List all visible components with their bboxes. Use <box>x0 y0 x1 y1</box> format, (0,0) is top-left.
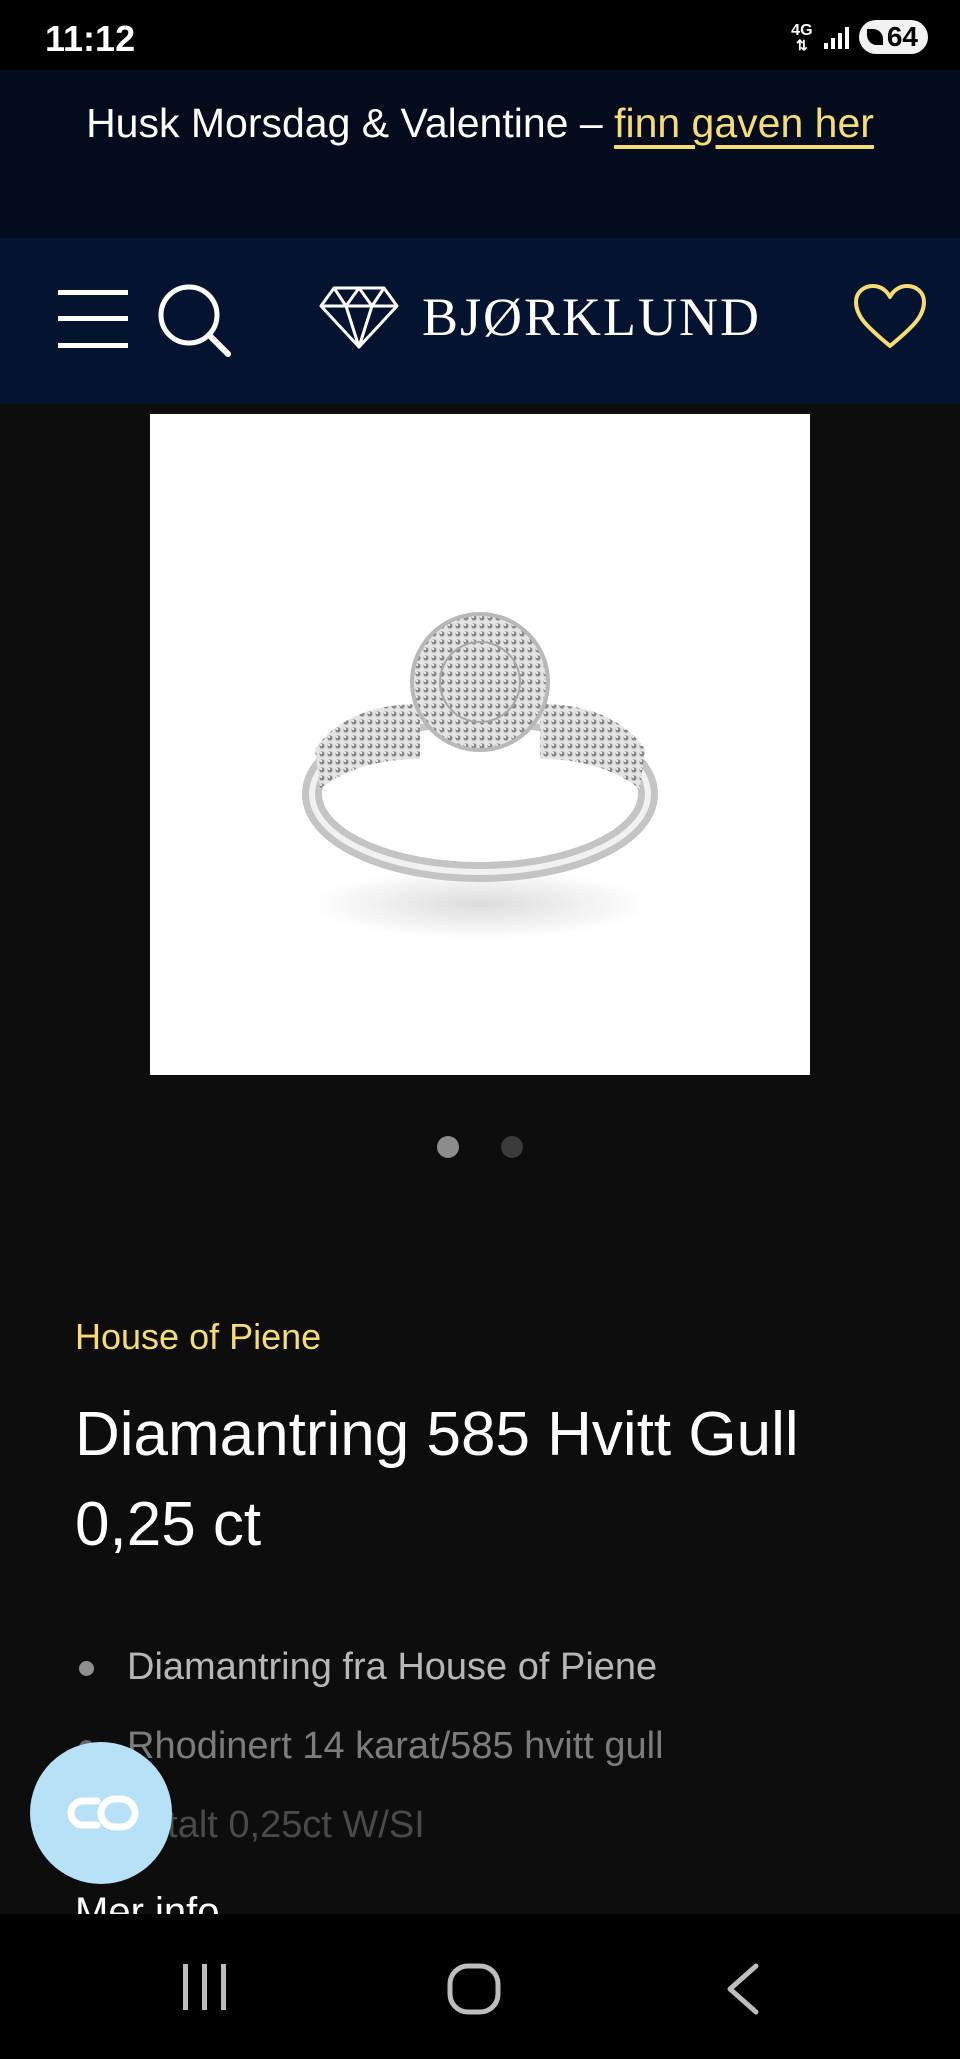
system-nav-bar <box>0 1914 960 2059</box>
product-image[interactable] <box>150 414 810 1075</box>
product-brand[interactable]: House of Piene <box>75 1316 321 1358</box>
promo-link[interactable]: finn gaven her <box>614 100 874 146</box>
battery-level: 64 <box>886 21 918 52</box>
site-logo[interactable]: BJØRKLUND <box>318 284 761 350</box>
status-bar: 11:12 4G ⇅ 64 <box>0 0 960 70</box>
battery-indicator: 64 <box>858 20 928 54</box>
status-icons: 4G ⇅ 64 <box>790 20 928 54</box>
search-icon[interactable] <box>156 282 232 358</box>
hamburger-icon[interactable] <box>58 288 128 350</box>
product-title: Diamantring 585 Hvitt Gull 0,25 ct <box>75 1400 799 1559</box>
promo-banner: Husk Morsdag & Valentine – finn gaven he… <box>0 70 960 238</box>
site-header: BJØRKLUND <box>0 238 960 404</box>
status-time: 11:12 <box>45 18 136 59</box>
chat-button[interactable] <box>30 1742 172 1884</box>
gallery-pagination <box>0 1136 960 1158</box>
feature-item: Diamantring fra House of Piene <box>75 1628 664 1707</box>
feature-text: Diamantring fra House of Piene <box>127 1646 658 1688</box>
signal-icon <box>823 25 849 49</box>
network-type: 4G ⇅ <box>790 23 814 53</box>
chat-link-icon <box>67 1795 139 1831</box>
gallery-dot-2[interactable] <box>501 1136 523 1158</box>
logo-text: BJØRKLUND <box>422 287 762 347</box>
gallery-dot-1[interactable] <box>437 1136 459 1158</box>
back-icon[interactable] <box>724 1962 760 2016</box>
recent-apps-icon[interactable] <box>180 1964 230 2010</box>
power-saving-icon <box>866 29 883 45</box>
feature-item: Rhodinert 14 karat/585 hvitt gull <box>75 1707 664 1786</box>
diamond-icon <box>319 286 399 349</box>
bullet-icon <box>79 1661 94 1676</box>
home-icon[interactable] <box>446 1962 502 2016</box>
ring-image <box>302 612 658 939</box>
feature-text: Rhodinert 14 karat/585 hvitt gull <box>127 1725 664 1767</box>
heart-icon[interactable] <box>852 282 928 352</box>
promo-text: Husk Morsdag & Valentine – <box>86 100 603 146</box>
data-arrows-icon: ⇅ <box>795 37 808 53</box>
